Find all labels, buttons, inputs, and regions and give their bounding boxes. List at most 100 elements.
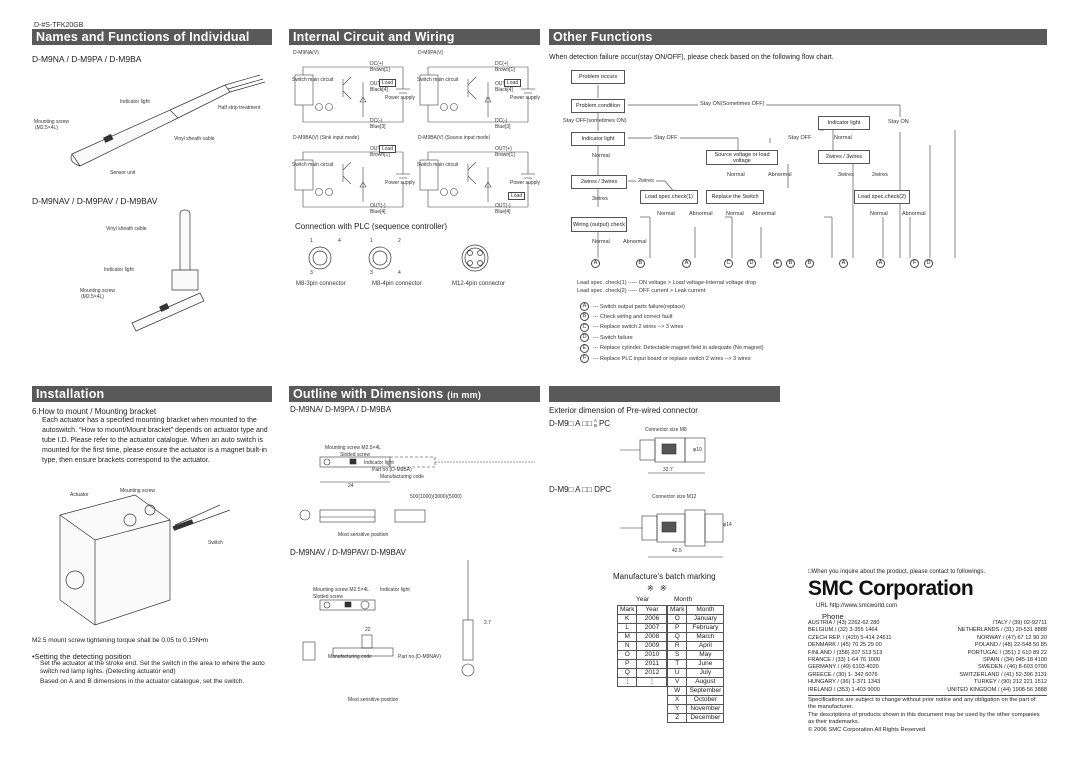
month-table: Mark Month O January P February Q March R April S…: [666, 605, 725, 723]
year-row: K 2006: [616, 614, 668, 624]
connector-label-m12-4pin: M12-4pin connector: [452, 281, 506, 287]
flow-2wires: 2wires: [636, 178, 656, 184]
footer-trademark: The descriptions of products shown in th…: [808, 711, 1040, 726]
value-cell: September: [686, 686, 725, 696]
mark-cell: Q: [616, 668, 638, 678]
circuit-title: D-M9PA(V): [418, 50, 444, 56]
label-half-strip: Half strip treatment: [218, 105, 261, 111]
month-row: U July: [666, 668, 725, 678]
mark-cell: W: [666, 686, 688, 696]
dim-label-indicator: Indicator light: [364, 460, 394, 466]
circuit-main-label: Switch main circuit: [417, 77, 459, 83]
phone-entry: POLAND / (48) 22-548 50 85: [974, 642, 1047, 649]
flow-result-b: B: [786, 259, 795, 268]
month-row: Q March: [666, 632, 725, 642]
circuit-main-label: Switch main circuit: [292, 77, 334, 83]
footer-copyright: © 2006 SMC Corporation All Rights Reserv…: [808, 726, 926, 733]
month-header-month: Month: [686, 605, 725, 615]
pin-label: 4: [338, 238, 341, 244]
connector-dia-b: φ14: [723, 522, 732, 528]
circuit-top-wire: Brown[1]: [370, 67, 390, 73]
outline-title: Outline with Dimensions: [293, 387, 444, 401]
phone-entry: NETHERLANDS / (31) 20-531 8888: [957, 627, 1047, 634]
legend-key: F: [580, 354, 589, 363]
document-code: D-#S-TFK20GB: [34, 22, 84, 29]
value-cell: ⋮: [636, 677, 668, 687]
section-header-outline-cont: [549, 386, 780, 402]
value-cell: October: [686, 695, 725, 705]
phone-entry: SPAIN / (34) 945-18 4100: [983, 657, 1047, 664]
year-row: Q 2012: [616, 668, 668, 678]
legend-text: --- Replace switch 2 wires --> 3 wires: [593, 324, 684, 331]
phone-entry: FRANCE / (33) 1-64 76 1000: [808, 657, 881, 664]
circuit-load: Load: [379, 145, 397, 153]
outline-unit: (in mm): [447, 390, 482, 400]
circuit-load: Load: [508, 192, 526, 200]
phone-entry: UNITED KINGDOM / (44) 1908-56 3888: [947, 686, 1047, 693]
mark-cell: Y: [666, 704, 688, 714]
year-row: N 2009: [616, 641, 668, 651]
circuit-load: Load: [379, 79, 397, 87]
phone-entry: NORWAY / (47) 67 12 90 20: [976, 634, 1047, 641]
flow-problem-condition: Problem condition: [571, 99, 625, 113]
value-cell: January: [686, 614, 725, 624]
circuit-diagram: D-M9NA(V) Switch main circuit DC(+) Brown[1…: [292, 50, 416, 132]
phone-list-left: AUSTRIA / (43) 2262-62 280 BELGIUM / (32)…: [808, 620, 891, 694]
connector-label-m8-4pin: M8-4pin connector: [372, 281, 422, 287]
mark-cell: P: [666, 623, 688, 633]
dim-label-length: 500(1000)(3000)(5000): [410, 494, 462, 500]
flow-wiring-check: Wiring (output) check: [571, 217, 627, 232]
phone-entry: TURKEY / (90) 212 221 1512: [974, 679, 1047, 686]
value-cell: November: [686, 704, 725, 714]
mark-cell: O: [616, 650, 638, 660]
flow-result-e: E: [773, 259, 782, 268]
legend-key: A: [580, 302, 589, 311]
year-row: P 2011: [616, 659, 668, 669]
divider: [808, 695, 1047, 696]
label-indicator-light: Indicator light: [120, 99, 150, 105]
flow-3wires: 3wires: [592, 196, 608, 202]
flow-normal: Normal: [834, 135, 852, 141]
dim-label-screw: Mounting screw M2.5×4L: [325, 445, 382, 451]
pin-label: 3: [310, 270, 313, 276]
connector-ab-suffix: AB: [594, 418, 597, 428]
value-cell: August: [686, 677, 725, 687]
circuit-power-supply: Power supply: [510, 180, 541, 186]
flow-3wires: 3wires: [838, 172, 854, 178]
setting-body: Set the actuator at the stroke end. Set …: [40, 660, 265, 675]
legend-item: D --- Switch failure: [580, 333, 633, 343]
mount-body: Each actuator has a specified mounting b…: [42, 417, 268, 464]
batch-year-label: Year: [636, 596, 650, 603]
circuit-power-supply: Power supply: [385, 95, 416, 101]
flow-replace-switch: Replace the Switch: [706, 190, 764, 204]
mark-cell: ⋮: [616, 677, 638, 687]
dim-label-sensitive: Most sensitive position: [338, 532, 389, 538]
connector-size-m8: Connector size M8: [645, 427, 687, 433]
flow-load-check-1: Load spec.check(1): [640, 190, 698, 204]
circuit-bottom-wire: Blue[3]: [370, 124, 386, 130]
circuit-main-label: Switch main circuit: [292, 162, 334, 168]
value-cell: April: [686, 641, 725, 651]
batch-month-label: Month: [674, 596, 693, 603]
month-row: S May: [666, 650, 725, 660]
flow-abnormal: Abnormal: [752, 211, 776, 217]
section-header-names: Names and Functions of Individual Parts: [32, 29, 272, 60]
load-spec-notes: Load spec. check(1) ----- ON voltage > L…: [577, 279, 756, 295]
flow-normal: Normal: [657, 211, 675, 217]
mark-cell: V: [666, 677, 688, 687]
company-logo: SMC Corporation: [808, 577, 974, 600]
company-url[interactable]: URL http://www.smcworld.com: [816, 603, 897, 609]
flow-stay-off: Stay OFF: [788, 135, 812, 141]
flow-normal: Normal: [870, 211, 888, 217]
label-actuator: Actuator: [70, 492, 89, 498]
month-row: O January: [666, 614, 725, 624]
section-header-outline: Outline with Dimensions (in mm): [289, 386, 540, 402]
circuit-main-label: Switch main circuit: [417, 162, 459, 168]
pin-label: 2: [398, 238, 401, 244]
mark-cell: Q: [666, 632, 688, 642]
flow-result-d: D: [747, 259, 756, 268]
label-sensor-unit: Sensor unit: [110, 170, 136, 176]
dim-label-indicator-b: Indicator light: [380, 587, 410, 593]
circuit-power-supply: Power supply: [385, 180, 416, 186]
dim-27: 2.7: [484, 620, 491, 626]
